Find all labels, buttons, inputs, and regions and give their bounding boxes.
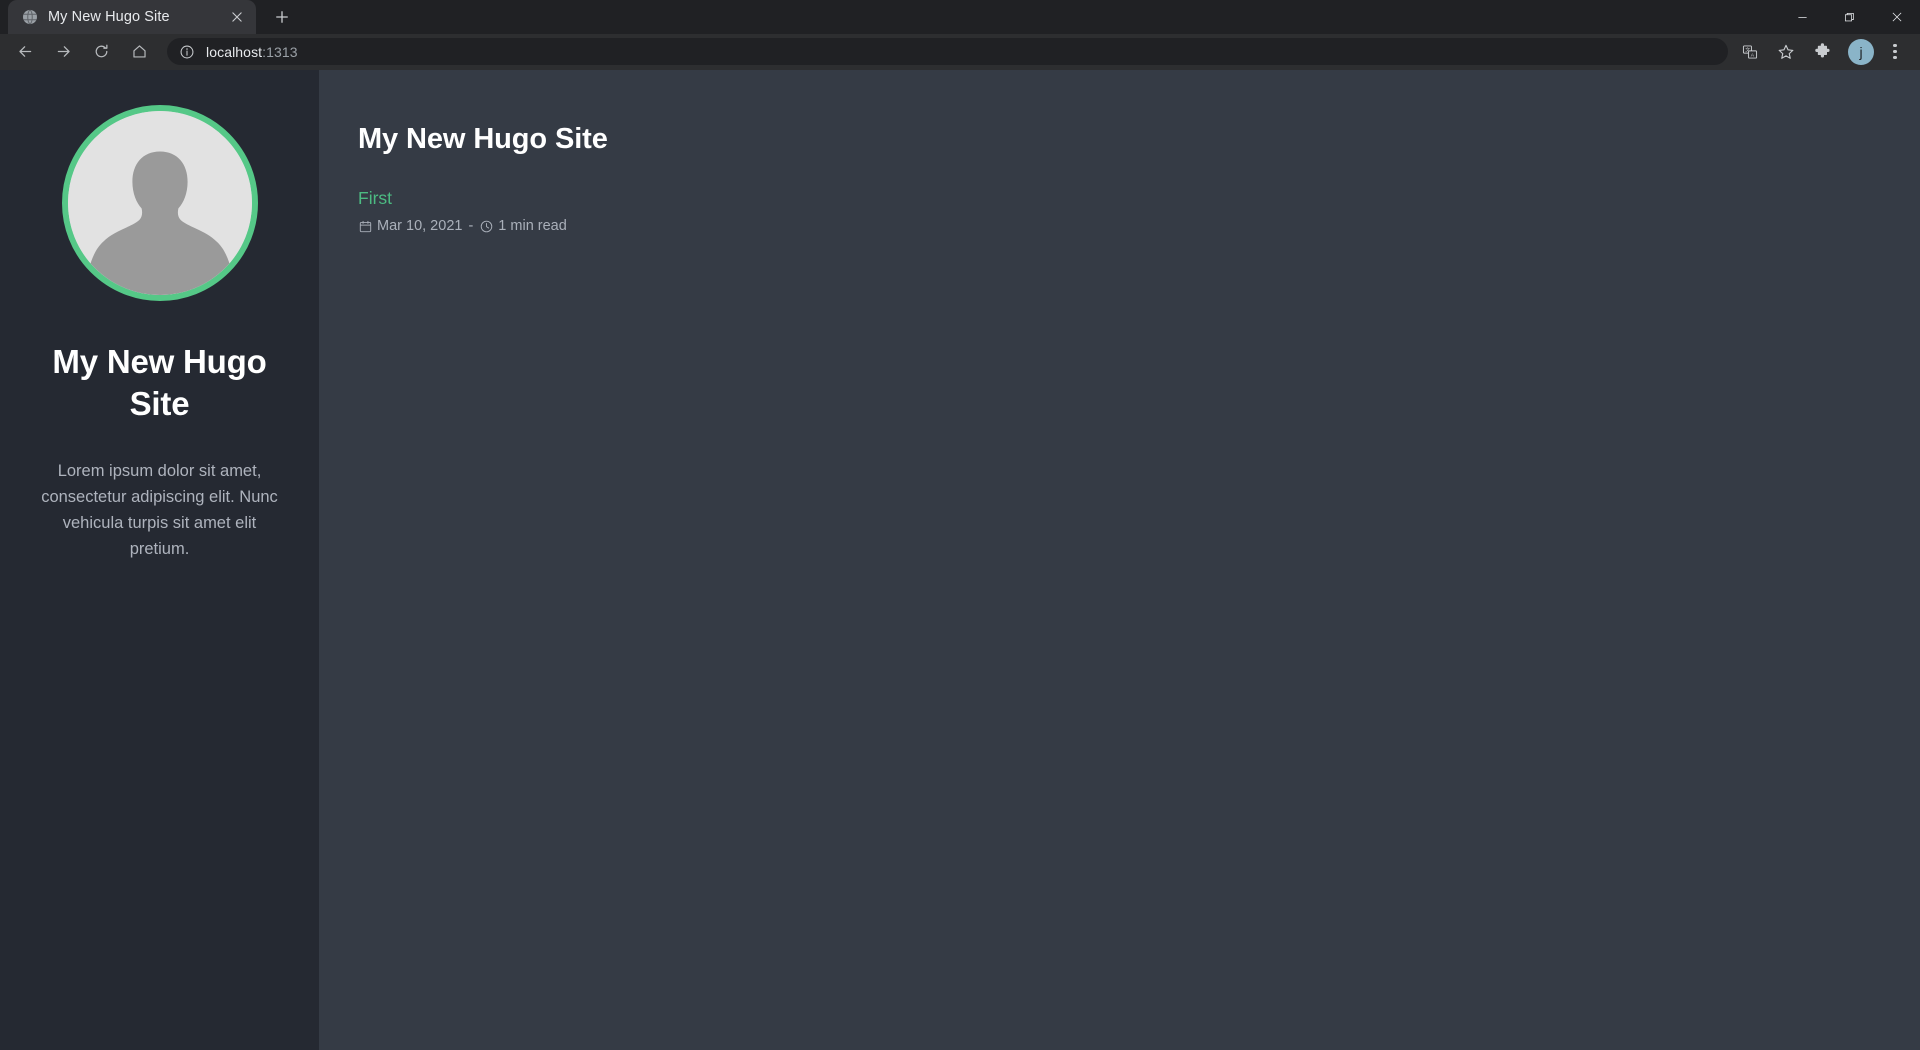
browser-toolbar: localhost:1313 文 A j [0, 34, 1920, 70]
puzzle-icon[interactable] [1807, 37, 1837, 67]
address-bar[interactable]: localhost:1313 [167, 38, 1728, 65]
back-arrow-icon[interactable] [10, 37, 40, 67]
page-viewport: My New Hugo Site Lorem ipsum dolor sit a… [0, 70, 1920, 1050]
minimize-button[interactable] [1779, 0, 1826, 34]
default-profile-photo-icon [67, 111, 252, 295]
reload-icon[interactable] [86, 37, 116, 67]
meta-separator: - [468, 218, 474, 234]
address-bar-url: localhost:1313 [206, 44, 298, 60]
page-title: My New Hugo Site [358, 123, 608, 155]
url-port: :1313 [262, 43, 298, 60]
globe-icon [21, 9, 38, 26]
tab-title: My New Hugo Site [48, 9, 170, 25]
three-dot-menu-icon[interactable] [1880, 37, 1910, 67]
sidebar-site-title: My New Hugo Site [52, 343, 267, 422]
translate-icon[interactable]: 文 A [1735, 37, 1765, 67]
forward-arrow-icon[interactable] [48, 37, 78, 67]
site-sidebar: My New Hugo Site Lorem ipsum dolor sit a… [0, 70, 319, 1050]
post-link-first[interactable]: First [358, 188, 392, 209]
menu-dot [1893, 43, 1897, 47]
post-list: First Mar 10, 2021 - 1 min read [358, 188, 1920, 234]
close-window-button[interactable] [1873, 0, 1920, 34]
tab-strip: My New Hugo Site [0, 0, 1920, 34]
home-icon[interactable] [124, 37, 154, 67]
browser-tab-active[interactable]: My New Hugo Site [8, 0, 256, 34]
browser-window: My New Hugo Site localhost:1313 文 A j My… [0, 0, 1920, 1050]
maximize-button[interactable] [1826, 0, 1873, 34]
post-metadata: Mar 10, 2021 - 1 min read [358, 218, 1920, 234]
url-host: localhost [206, 43, 263, 60]
new-tab-button[interactable] [265, 0, 299, 34]
profile-avatar[interactable]: j [1848, 38, 1874, 65]
menu-dot [1893, 49, 1897, 54]
avatar [61, 105, 258, 301]
calendar-icon [358, 219, 372, 233]
toolbar-actions: 文 A j [1732, 37, 1914, 67]
post-date: Mar 10, 2021 [377, 218, 463, 234]
clock-icon [479, 219, 493, 233]
sidebar-site-description: Lorem ipsum dolor sit amet, consectetur … [41, 462, 278, 559]
site-main-content: My New Hugo Site First Mar 10, 2021 - 1 … [319, 70, 1920, 1050]
close-icon[interactable] [226, 6, 248, 28]
info-circle-icon[interactable] [178, 43, 195, 60]
menu-dot [1893, 56, 1897, 60]
list-item: First Mar 10, 2021 - 1 min read [358, 188, 1920, 234]
post-read-time: 1 min read [498, 218, 567, 234]
star-icon[interactable] [1771, 37, 1801, 67]
window-controls [1779, 0, 1920, 34]
